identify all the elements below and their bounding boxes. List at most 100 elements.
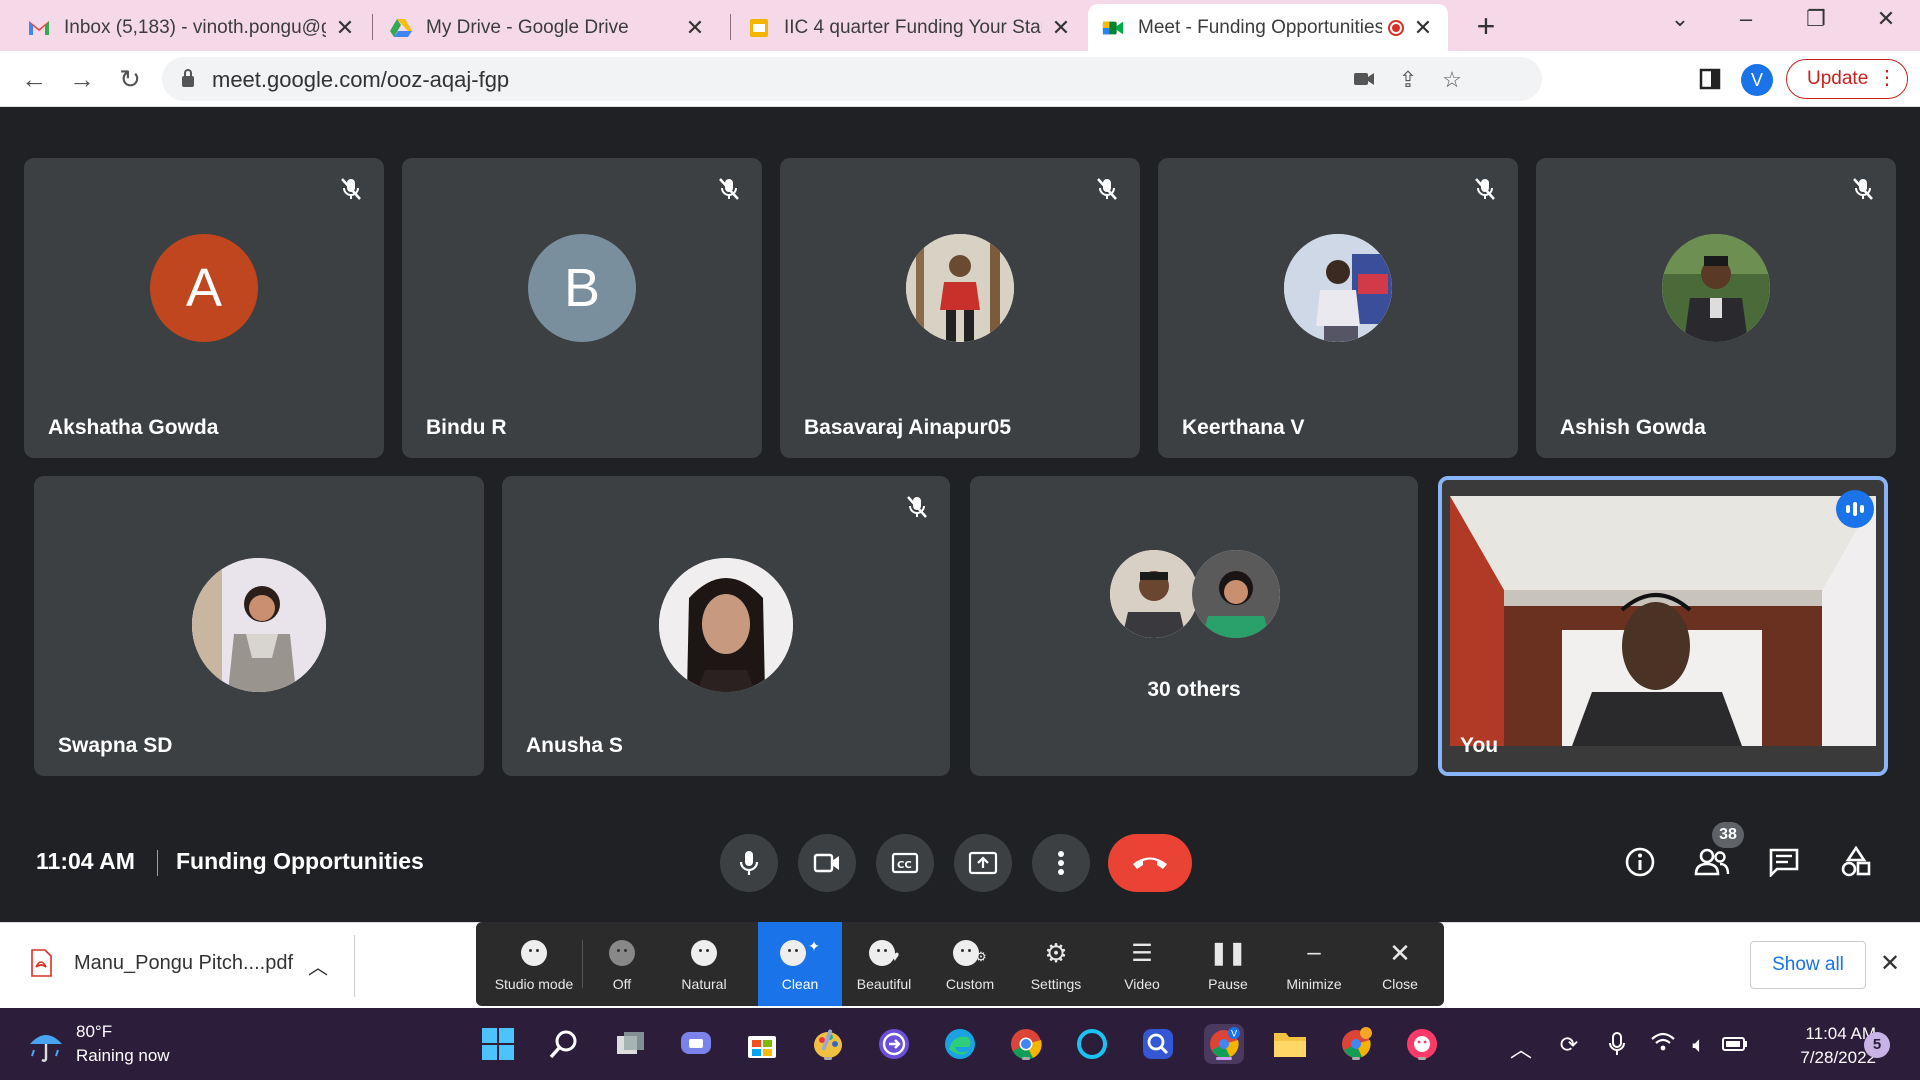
microphone-button[interactable]: [720, 834, 778, 892]
paint-palette-icon: [814, 1029, 842, 1058]
close-icon[interactable]: ✕: [684, 15, 706, 41]
profile-avatar[interactable]: V: [1741, 64, 1773, 96]
tab-meet[interactable]: Meet - Funding Opportunities ✕: [1088, 4, 1448, 51]
tab-drive[interactable]: My Drive - Google Drive ✕: [376, 4, 720, 51]
effect-off[interactable]: Off: [586, 922, 658, 1006]
effect-custom[interactable]: ⚙ Custom: [928, 922, 1012, 1006]
chevron-up-icon[interactable]: ︿: [308, 951, 328, 980]
studio-mode-icon: [521, 940, 547, 966]
taskbar-search-button[interactable]: [544, 1024, 584, 1064]
captions-button[interactable]: CC: [876, 834, 934, 892]
download-item[interactable]: Manu_Pongu Pitch....pdf: [30, 949, 293, 977]
edge-browser-button[interactable]: [940, 1024, 980, 1064]
chrome-profile-v-button[interactable]: V: [1204, 1024, 1244, 1064]
microsoft-store-button[interactable]: [742, 1024, 782, 1064]
record-face-icon: [1407, 1029, 1437, 1059]
close-icon[interactable]: ✕: [1050, 15, 1072, 41]
back-button[interactable]: ←: [14, 59, 54, 99]
tab-slides[interactable]: IIC 4 quarter Funding Your Startup ✕: [734, 4, 1086, 51]
more-options-button[interactable]: [1032, 834, 1090, 892]
leave-call-button[interactable]: [1108, 834, 1192, 892]
system-clock[interactable]: 11:04 AM 7/28/2022: [1760, 1022, 1876, 1070]
participant-name: Swapna SD: [58, 734, 173, 757]
close-icon: ✕: [1389, 937, 1411, 968]
divider: [157, 850, 158, 876]
others-tile[interactable]: 30 others: [970, 476, 1418, 776]
weather-widget[interactable]: 80°F Raining now: [26, 1022, 170, 1066]
effect-beautiful[interactable]: ♥ Beautiful: [842, 922, 926, 1006]
purple-arrow-app-icon: [879, 1029, 909, 1059]
effects-pause-button[interactable]: ❚❚ Pause: [1186, 922, 1270, 1006]
beautiful-face-icon: [868, 940, 895, 966]
alexa-button[interactable]: [1072, 1024, 1112, 1064]
present-screen-button[interactable]: [954, 834, 1012, 892]
recorder-app-button[interactable]: [1402, 1024, 1442, 1064]
teams-chat-button[interactable]: [676, 1024, 716, 1064]
chrome-button[interactable]: [1006, 1024, 1046, 1064]
activities-button[interactable]: [1838, 844, 1874, 880]
participant-tile[interactable]: B Bindu R: [402, 158, 762, 458]
chat-button[interactable]: [1766, 844, 1802, 880]
wifi-icon[interactable]: [1648, 1032, 1678, 1058]
close-shelf-icon[interactable]: ✕: [1880, 949, 1900, 978]
effects-video-button[interactable]: ☰ Video: [1100, 922, 1184, 1006]
participant-tile[interactable]: A Akshatha Gowda: [24, 158, 384, 458]
participant-tile[interactable]: Keerthana V: [1158, 158, 1518, 458]
participant-tile[interactable]: Anusha S: [502, 476, 950, 776]
show-all-button[interactable]: Show all: [1750, 941, 1866, 989]
side-panel-icon[interactable]: [1690, 59, 1730, 99]
tab-title: Meet - Funding Opportunities: [1138, 16, 1382, 38]
tab-divider: [730, 14, 731, 40]
restore-icon[interactable]: ❐: [1796, 6, 1836, 32]
participant-tile[interactable]: Basavaraj Ainapur05: [780, 158, 1140, 458]
window-close-icon[interactable]: ✕: [1866, 6, 1906, 32]
new-tab-button[interactable]: +: [1466, 8, 1506, 45]
tab-search-icon[interactable]: ⌄: [1660, 6, 1700, 32]
minimize-icon[interactable]: –: [1726, 6, 1766, 32]
meet-control-bar: 11:04 AM Funding Opportunities CC 38: [0, 822, 1920, 894]
camera-button[interactable]: [798, 834, 856, 892]
address-bar[interactable]: meet.google.com/ooz-aqaj-fgp ⇪ ☆: [162, 57, 1542, 101]
speaking-indicator-icon: [1836, 490, 1874, 528]
effects-close-button[interactable]: ✕ Close: [1358, 922, 1442, 1006]
meeting-details-button[interactable]: [1622, 844, 1658, 880]
system-date: 7/28/2022: [1800, 1048, 1876, 1067]
self-view-tile[interactable]: You: [1438, 476, 1888, 776]
file-explorer-button[interactable]: [1270, 1024, 1310, 1064]
share-icon[interactable]: ⇪: [1394, 67, 1422, 93]
sync-icon[interactable]: ⟳: [1554, 1032, 1584, 1058]
forward-button[interactable]: →: [62, 59, 102, 99]
camera-in-use-icon[interactable]: [1350, 67, 1378, 93]
microphone-tray-icon[interactable]: [1602, 1032, 1632, 1062]
remote-app-button[interactable]: [874, 1024, 914, 1064]
close-icon[interactable]: ✕: [334, 15, 356, 41]
battery-icon[interactable]: [1720, 1032, 1750, 1058]
close-icon[interactable]: ✕: [1412, 15, 1434, 41]
tab-gmail[interactable]: Inbox (5,183) - vinoth.pongu@gmail.com ✕: [14, 4, 370, 51]
participant-tile[interactable]: Ashish Gowda: [1536, 158, 1896, 458]
effect-label: Clean: [781, 976, 819, 992]
task-view-button[interactable]: [610, 1024, 650, 1064]
update-button[interactable]: Update ⋮: [1786, 59, 1908, 99]
effect-clean[interactable]: ✦ Clean: [758, 922, 842, 1006]
effects-settings-button[interactable]: ⚙ Settings: [1014, 922, 1098, 1006]
volume-icon[interactable]: 🔈︎: [1684, 1032, 1714, 1058]
google-search-app-button[interactable]: [1138, 1024, 1178, 1064]
paint-app-button[interactable]: [808, 1024, 848, 1064]
reload-button[interactable]: ↻: [110, 59, 150, 99]
participant-tile[interactable]: Swapna SD: [34, 476, 484, 776]
show-hidden-icons-icon[interactable]: ︿: [1506, 1032, 1536, 1064]
effect-natural[interactable]: Natural: [662, 922, 746, 1006]
bookmark-star-icon[interactable]: ☆: [1438, 67, 1466, 93]
meeting-clock: 11:04 AM: [36, 848, 135, 874]
notification-count-badge[interactable]: 5: [1864, 1032, 1890, 1058]
self-video-feed: [1442, 480, 1884, 772]
effect-studio-mode[interactable]: Studio mode: [486, 922, 582, 1006]
participant-name: Anusha S: [526, 734, 623, 757]
start-button[interactable]: [478, 1024, 518, 1064]
info-icon: [1625, 847, 1655, 877]
chrome-profile-2-button[interactable]: [1336, 1024, 1376, 1064]
effect-label: Beautiful: [856, 976, 912, 992]
people-button[interactable]: [1694, 844, 1730, 880]
effects-minimize-button[interactable]: – Minimize: [1272, 922, 1356, 1006]
